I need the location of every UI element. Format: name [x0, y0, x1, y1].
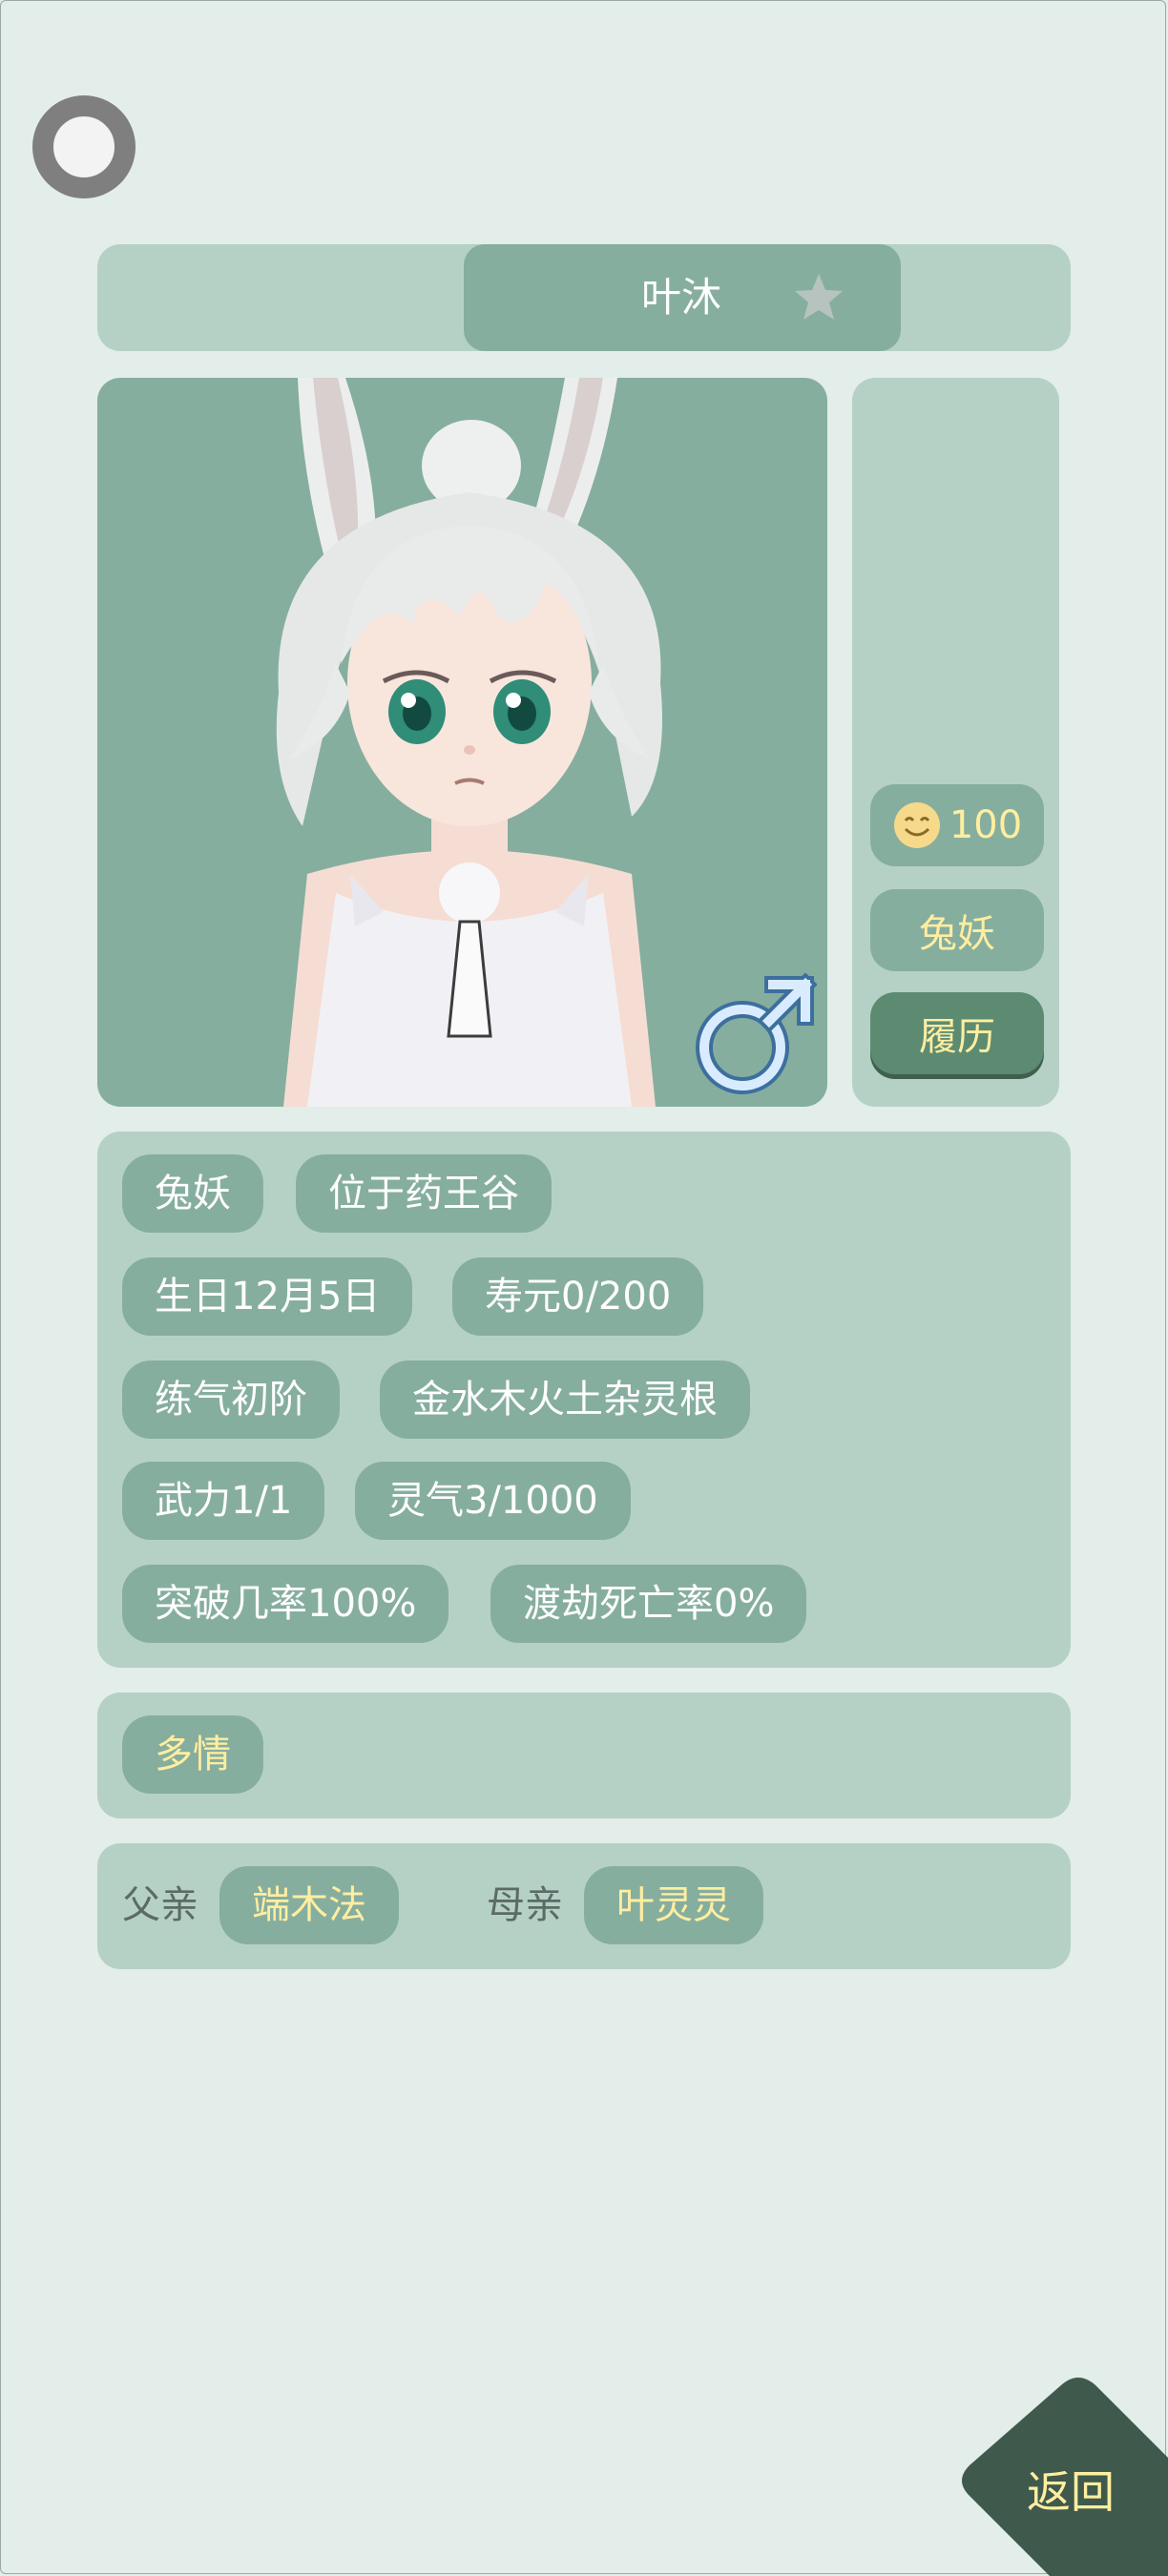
race-button[interactable]: 兔妖: [870, 889, 1044, 971]
star-icon[interactable]: [792, 271, 845, 324]
side-panel: 100 兔妖 履历: [852, 378, 1059, 1107]
info-tag-force[interactable]: 武力1/1: [122, 1462, 325, 1540]
info-tag-root[interactable]: 金水木火土杂灵根: [380, 1361, 750, 1439]
male-icon: [696, 973, 817, 1094]
info-tag-race[interactable]: 兔妖: [122, 1154, 263, 1233]
father-label: 父亲: [122, 1883, 198, 1927]
family-panel: 父亲 端木法 母亲 叶灵灵: [97, 1843, 1071, 1969]
name-bar: 叶沐: [97, 244, 1071, 351]
name-tab[interactable]: 叶沐: [464, 244, 901, 351]
info-tag-realm[interactable]: 练气初阶: [122, 1361, 340, 1439]
back-button[interactable]: 返回: [1027, 2463, 1115, 2521]
trait-panel: 多情: [97, 1693, 1071, 1818]
info-tag-qi[interactable]: 灵气3/1000: [355, 1462, 631, 1540]
info-tag-lifespan[interactable]: 寿元0/200: [452, 1257, 704, 1336]
character-name: 叶沐: [641, 274, 722, 321]
info-tag-breakthrough[interactable]: 突破几率100%: [122, 1565, 449, 1643]
mother-name-button[interactable]: 叶灵灵: [584, 1866, 763, 1944]
info-tag-tribulation[interactable]: 渡劫死亡率0%: [490, 1565, 807, 1643]
info-tag-location[interactable]: 位于药王谷: [296, 1154, 552, 1233]
mood-button[interactable]: 100: [870, 784, 1044, 866]
info-tag-birthday[interactable]: 生日12月5日: [122, 1257, 413, 1336]
trait-tag[interactable]: 多情: [122, 1715, 263, 1794]
info-panel: 兔妖 位于药王谷 生日12月5日 寿元0/200 练气初阶 金水木火土杂灵根 武…: [97, 1132, 1071, 1668]
circle-ring-icon[interactable]: [32, 95, 136, 198]
smile-icon: [893, 802, 940, 848]
mother-label: 母亲: [487, 1883, 563, 1927]
history-button[interactable]: 履历: [870, 992, 1044, 1074]
mood-value: 100: [949, 803, 1023, 847]
father-name-button[interactable]: 端木法: [219, 1866, 399, 1944]
